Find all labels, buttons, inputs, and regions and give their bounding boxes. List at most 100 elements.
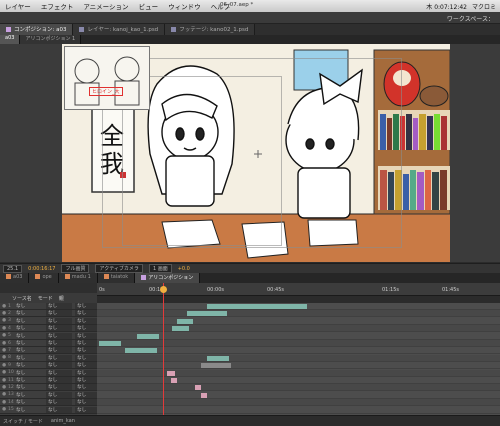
layer-parent-select[interactable]: なし (75, 391, 97, 398)
layer-mode-select[interactable]: なし (46, 391, 72, 398)
current-time[interactable]: 0:00:16:17 (28, 266, 55, 272)
layer-row[interactable]: ● 9 なし なし なし (0, 362, 97, 370)
layer-parent-select[interactable]: なし (75, 377, 97, 383)
tab-timeline-madu[interactable]: madu 1 (58, 273, 98, 283)
view-layout-select[interactable]: 1 画面 (148, 264, 172, 273)
layer-duration-bar[interactable] (137, 333, 159, 339)
layer-row[interactable]: ● 11 なし なし なし (0, 377, 97, 384)
tab-timeline-ope[interactable]: ope (29, 273, 59, 283)
layer-parent-select[interactable]: なし (75, 347, 97, 354)
tab-layer[interactable]: レイヤー: kanoj_kao_1.psd (73, 24, 166, 35)
layer-row[interactable]: ● 2 なし なし なし (0, 310, 97, 318)
layer-duration-bar[interactable] (195, 385, 201, 391)
visibility-toggle-icon[interactable]: ● (0, 407, 8, 412)
layer-row[interactable]: ● 15 なし なし なし (0, 406, 97, 414)
layer-duration-bar[interactable] (201, 392, 207, 398)
layer-row[interactable]: ● 5 なし なし なし (0, 332, 97, 340)
layer-duration-bar[interactable] (167, 370, 175, 376)
layer-parent-select[interactable]: なし (75, 369, 97, 376)
layer-parent-select[interactable]: なし (75, 310, 97, 317)
visibility-toggle-icon[interactable]: ● (0, 400, 8, 405)
layer-mode-select[interactable]: なし (46, 332, 72, 339)
layer-parent-select[interactable]: なし (75, 399, 97, 406)
playhead-handle[interactable] (160, 286, 167, 293)
layer-mode-select[interactable]: なし (46, 369, 72, 376)
workspace-label[interactable]: ワークスペース： (447, 14, 494, 23)
visibility-toggle-icon[interactable]: ● (0, 333, 8, 338)
layer-duration-bar[interactable] (207, 355, 229, 361)
layer-mode-select[interactable]: なし (46, 406, 72, 413)
layer-duration-bar[interactable] (207, 304, 307, 309)
reference-thumbnail[interactable]: ヒロイン_大 (64, 46, 150, 110)
menu-view[interactable]: ビュー (134, 1, 164, 11)
layer-mode-select[interactable]: なし (46, 303, 72, 309)
col-source-name[interactable]: ソース名 (12, 295, 32, 302)
visibility-toggle-icon[interactable]: ● (0, 355, 8, 360)
layer-mode-select[interactable]: なし (46, 317, 72, 324)
camera-select[interactable]: アクティブカメラ (95, 264, 143, 273)
visibility-toggle-icon[interactable]: ● (0, 385, 8, 390)
layer-mode-select[interactable]: なし (46, 347, 72, 354)
layer-parent-select[interactable]: なし (75, 362, 97, 369)
menu-window[interactable]: ウィンドウ (163, 1, 206, 11)
layer-mode-select[interactable]: なし (46, 310, 72, 317)
layer-mode-select[interactable]: なし (46, 325, 72, 332)
layer-duration-bar[interactable] (187, 311, 227, 317)
layer-parent-select[interactable]: なし (75, 325, 97, 332)
visibility-toggle-icon[interactable]: ● (0, 318, 8, 323)
layer-parent-select[interactable]: なし (75, 354, 97, 361)
layer-duration-bar[interactable] (125, 348, 157, 354)
layer-row[interactable]: ● 12 なし なし なし (0, 384, 97, 392)
visibility-toggle-icon[interactable]: ● (0, 370, 8, 375)
menu-layer[interactable]: レイヤー (0, 1, 36, 11)
layer-duration-bar[interactable] (172, 326, 189, 332)
tab-timeline-taiatok[interactable]: taiatok (97, 273, 136, 283)
layer-parent-select[interactable]: なし (75, 317, 97, 324)
tab-timeline-a03[interactable]: a03 (0, 273, 30, 283)
tab-footage[interactable]: フッテージ: kano02_1.psd (165, 24, 256, 35)
layer-mode-select[interactable]: なし (46, 377, 72, 383)
layer-row[interactable]: ● 8 なし なし なし (0, 354, 97, 362)
layer-row[interactable]: ● 6 なし なし なし (0, 340, 97, 347)
layer-duration-bar[interactable] (201, 363, 231, 369)
layer-mode-select[interactable]: なし (46, 354, 72, 361)
visibility-toggle-icon[interactable]: ● (0, 363, 8, 368)
col-parent[interactable]: 親 (59, 295, 64, 302)
zoom-level[interactable]: 25.1 (3, 264, 23, 273)
tab-timeline-precomp[interactable]: アリコンポジション (135, 273, 201, 283)
menu-animation[interactable]: アニメーション (78, 1, 133, 11)
switch-mode-toggle[interactable]: スイッチ / モード (3, 418, 43, 425)
layer-row[interactable]: ● 4 なし なし なし (0, 325, 97, 333)
visibility-toggle-icon[interactable]: ● (0, 378, 8, 383)
visibility-toggle-icon[interactable]: ● (0, 348, 8, 353)
layer-parent-select[interactable]: なし (75, 340, 97, 346)
layer-parent-select[interactable]: なし (75, 303, 97, 309)
layer-duration-bar[interactable] (171, 378, 177, 383)
visibility-toggle-icon[interactable]: ● (0, 326, 8, 331)
layer-duration-bar[interactable] (177, 318, 193, 324)
visibility-toggle-icon[interactable]: ● (0, 392, 8, 397)
visibility-toggle-icon[interactable]: ● (0, 341, 8, 346)
layer-row[interactable]: ● 14 なし なし なし (0, 399, 97, 407)
playhead-line[interactable] (163, 283, 164, 415)
time-ruler[interactable]: 0s 00:15f 00:00s 00:45s 01:15s 01:45s (97, 283, 500, 296)
visibility-toggle-icon[interactable]: ● (0, 304, 8, 309)
tab-composition[interactable]: コンポジション: a03 (0, 24, 74, 35)
layer-mode-select[interactable]: なし (46, 384, 72, 391)
layer-parent-select[interactable]: なし (75, 406, 97, 413)
layer-row[interactable]: ● 13 なし なし なし (0, 391, 97, 399)
visibility-toggle-icon[interactable]: ● (0, 311, 8, 316)
layer-row[interactable]: ● 1 なし なし なし (0, 303, 97, 310)
layer-parent-select[interactable]: なし (75, 384, 97, 391)
layer-mode-select[interactable]: なし (46, 362, 72, 369)
layer-parent-select[interactable]: なし (75, 332, 97, 339)
layer-mode-select[interactable]: なし (46, 340, 72, 346)
menu-effect[interactable]: エフェクト (36, 1, 79, 11)
col-mode[interactable]: モード (38, 295, 53, 302)
layer-duration-bar[interactable] (99, 341, 121, 346)
user-name[interactable]: マクロミ (472, 2, 496, 11)
layer-row[interactable]: ● 7 なし なし なし (0, 347, 97, 355)
subtab-a03[interactable]: a03 (0, 35, 21, 44)
layer-row[interactable]: ● 3 なし なし なし (0, 317, 97, 325)
exposure-value[interactable]: +0.0 (178, 266, 190, 272)
